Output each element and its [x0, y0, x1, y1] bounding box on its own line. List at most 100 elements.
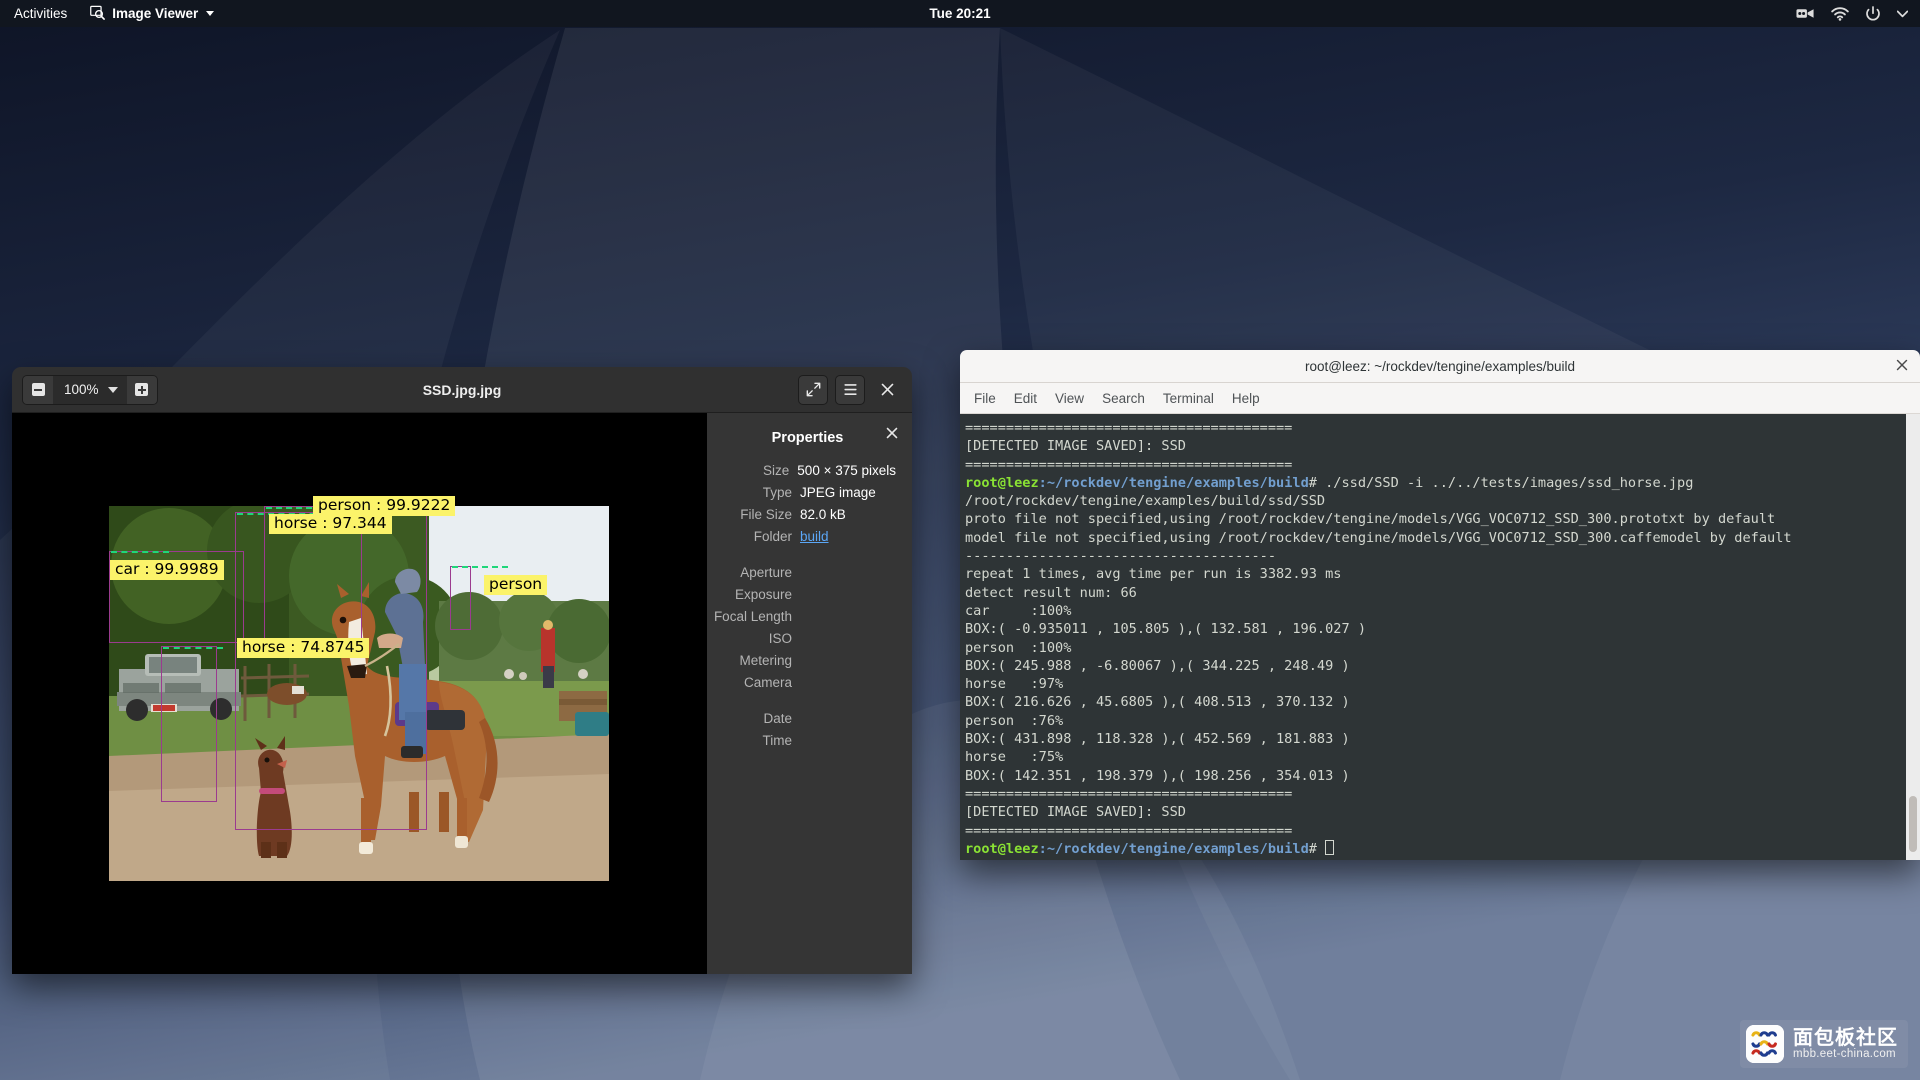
property-value: [800, 732, 896, 750]
terminal-prompt-symbol: #: [1308, 840, 1326, 857]
terminal-line: ========================================: [965, 456, 1293, 473]
property-row-metering: Metering: [719, 652, 896, 670]
menu-item-terminal[interactable]: Terminal: [1163, 391, 1214, 406]
power-icon[interactable]: [1865, 5, 1881, 22]
fullscreen-icon[interactable]: [798, 374, 828, 405]
property-value: [800, 710, 896, 728]
property-row-exposure: Exposure: [719, 586, 896, 604]
screencast-icon[interactable]: [1796, 6, 1815, 21]
watermark-logo-icon: [1746, 1025, 1784, 1063]
property-row-camera: Camera: [719, 674, 896, 692]
dash-marker-person-2: [452, 566, 508, 568]
detection-label-horse-1: horse : 97.344: [269, 514, 392, 535]
terminal-prompt-symbol: # ./ssd/SSD -i ../../tests/images/ssd_ho…: [1308, 474, 1694, 491]
chevron-down-icon: [107, 386, 118, 393]
menu-item-help[interactable]: Help: [1232, 391, 1260, 406]
watermark-title: 面包板社区: [1793, 1025, 1898, 1050]
clock[interactable]: Tue 20:21: [0, 6, 1920, 21]
terminal-line: --------------------------------------: [965, 548, 1276, 565]
zoom-out-icon[interactable]: [23, 375, 53, 404]
menu-item-edit[interactable]: Edit: [1014, 391, 1037, 406]
properties-title: Properties: [771, 430, 844, 446]
wifi-icon[interactable]: [1831, 6, 1849, 21]
zoom-level-dropdown[interactable]: 100%: [53, 375, 127, 404]
terminal-line: horse :97%: [965, 676, 1064, 693]
menu-item-view[interactable]: View: [1055, 391, 1084, 406]
terminal-line: detect result num: 66: [965, 584, 1137, 601]
terminal-prompt-path: :~/rockdev/tengine/examples/build: [1038, 840, 1309, 857]
bbox-horse-1: [235, 512, 427, 830]
terminal-line: BOX:( 245.988 , -6.80067 ),( 344.225 , 2…: [965, 657, 1350, 674]
scrollbar-thumb[interactable]: [1909, 796, 1917, 852]
image-viewer-icon: [90, 5, 106, 23]
dash-marker-horse-2: [163, 647, 223, 649]
terminal-line: ========================================: [965, 420, 1293, 436]
property-value: [800, 630, 896, 648]
terminal-output[interactable]: ========================================…: [960, 414, 1906, 860]
terminal-menubar[interactable]: File Edit View Search Terminal Help: [960, 383, 1920, 414]
folder-link[interactable]: build: [800, 528, 896, 546]
property-row-file-size: File Size 82.0 kB: [719, 506, 896, 524]
terminal-cursor: [1325, 839, 1335, 855]
activities-button[interactable]: Activities: [0, 0, 80, 27]
bbox-horse-2: [161, 646, 217, 802]
gnome-top-bar: Activities Image Viewer Tue 20:21: [0, 0, 1920, 27]
detection-label-car: car : 99.9989: [110, 560, 224, 581]
status-area[interactable]: [1796, 5, 1908, 22]
watermark-url: mbb.eet-china.com: [1793, 1048, 1896, 1061]
property-row-aperture: Aperture: [719, 564, 896, 582]
terminal-line: [DETECTED IMAGE SAVED]: SSD: [965, 438, 1186, 455]
hamburger-menu-icon[interactable]: [835, 374, 865, 405]
close-icon[interactable]: [886, 427, 898, 441]
terminal-line: root@leez:~/rockdev/tengine/examples/bui…: [965, 839, 1906, 858]
terminal-line: root@leez:~/rockdev/tengine/examples/bui…: [965, 474, 1906, 492]
zoom-in-icon[interactable]: [126, 375, 157, 404]
menu-item-search[interactable]: Search: [1102, 391, 1145, 406]
property-key: Camera: [743, 675, 792, 690]
detected-image: person : 99.9222 horse : 97.344 car : 99…: [109, 496, 609, 881]
bbox-person-2: [450, 566, 471, 630]
property-row-folder: Folder build: [719, 528, 896, 546]
property-key: Date: [763, 711, 792, 726]
terminal-line: model file not specified,using /root/roc…: [965, 529, 1792, 546]
close-icon[interactable]: [1896, 358, 1908, 374]
close-icon[interactable]: [872, 375, 902, 405]
terminal-line: horse :75%: [965, 749, 1064, 766]
terminal-line: ========================================: [965, 785, 1293, 802]
chevron-down-icon[interactable]: [1897, 10, 1908, 18]
terminal-prompt-path: :~/rockdev/tengine/examples/build: [1038, 474, 1309, 491]
property-key: ISO: [768, 631, 792, 646]
zoom-level-label: 100%: [64, 382, 99, 397]
image-viewer-headerbar: 100% SSD.jpg.jpg: [12, 367, 912, 413]
terminal-line: /root/rockdev/tengine/examples/build/ssd…: [965, 493, 1326, 510]
property-key: Metering: [739, 653, 792, 668]
property-value: 82.0 kB: [800, 507, 846, 522]
property-value: [800, 674, 896, 692]
terminal-window: root@leez: ~/rockdev/tengine/examples/bu…: [960, 350, 1920, 860]
menu-item-file[interactable]: File: [974, 391, 996, 406]
detection-label-horse-2: horse : 74.8745: [237, 638, 370, 659]
image-viewer-body: person : 99.9222 horse : 97.344 car : 99…: [12, 413, 912, 974]
terminal-body[interactable]: ========================================…: [960, 414, 1920, 860]
image-canvas[interactable]: person : 99.9222 horse : 97.344 car : 99…: [12, 413, 706, 974]
properties-panel: Properties Size 500 × 375 pixels Type JP…: [706, 413, 912, 974]
detection-label-person-2: person: [484, 575, 548, 596]
dash-marker-car: [111, 551, 169, 553]
terminal-titlebar: root@leez: ~/rockdev/tengine/examples/bu…: [960, 350, 1920, 383]
property-key: Exposure: [734, 587, 792, 602]
terminal-line: BOX:( 216.626 , 45.6805 ),( 408.513 , 37…: [965, 694, 1350, 711]
terminal-prompt-user: root@leez: [965, 840, 1039, 857]
app-menu-label: Image Viewer: [112, 6, 199, 21]
property-row-type: Type JPEG image: [719, 484, 896, 502]
app-menu-button[interactable]: Image Viewer: [80, 0, 224, 27]
property-value: [800, 608, 896, 626]
property-value: 500 × 375 pixels: [797, 463, 896, 478]
property-key: Folder: [753, 529, 792, 544]
zoom-controls[interactable]: 100%: [22, 374, 158, 405]
image-viewer-window: 100% SSD.jpg.jpg person: 99.9222 horse …: [12, 367, 912, 974]
terminal-line: BOX:( 431.898 , 118.328 ),( 452.569 , 18…: [965, 731, 1350, 748]
terminal-line: repeat 1 times, avg time per run is 3382…: [965, 566, 1342, 583]
terminal-line: ========================================: [965, 822, 1293, 839]
terminal-scrollbar[interactable]: [1906, 414, 1920, 860]
